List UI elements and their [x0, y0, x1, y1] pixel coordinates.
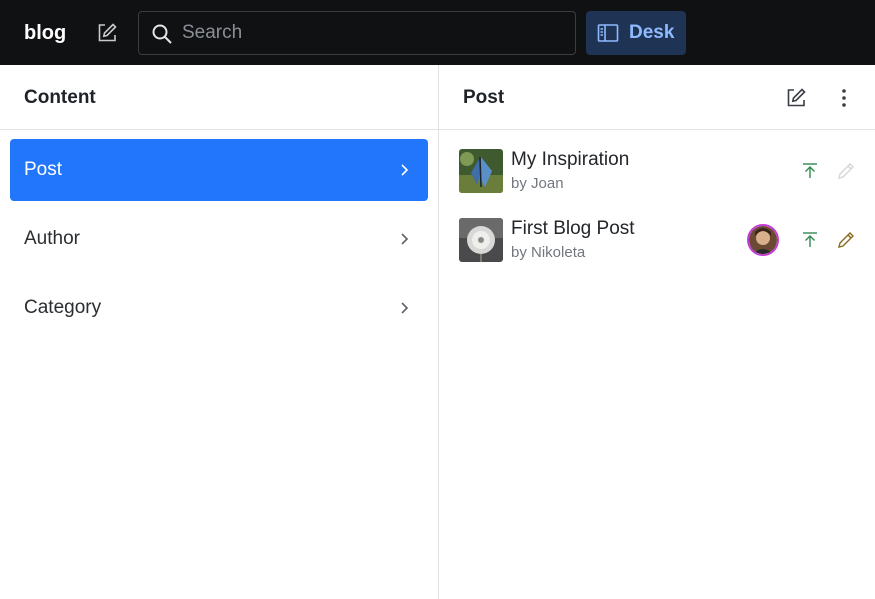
search-input[interactable] — [182, 12, 562, 54]
new-document-button[interactable] — [93, 19, 121, 47]
search-icon — [152, 24, 172, 44]
post-thumbnail — [459, 149, 503, 193]
post-pane: Post My Inspiration by Joan First Blog P… — [439, 65, 875, 599]
edit-pencil-icon — [838, 232, 854, 248]
more-vertical-icon — [842, 89, 846, 107]
create-post-button[interactable] — [782, 84, 810, 112]
post-pane-title: Post — [463, 87, 505, 108]
content-pane: Content Post Author Category — [0, 65, 439, 599]
publish-status-button[interactable] — [799, 229, 821, 251]
publish-icon — [803, 232, 817, 247]
post-thumbnail — [459, 218, 503, 262]
post-subtitle: by Nikoleta — [511, 244, 586, 261]
brand-title[interactable]: blog — [24, 22, 66, 45]
post-title: My Inspiration — [511, 149, 630, 170]
content-item-author[interactable]: Author — [10, 208, 428, 270]
content-item-label: Category — [24, 297, 102, 318]
publish-status-button[interactable] — [799, 160, 821, 182]
content-pane-header: Content — [0, 65, 438, 130]
chevron-right-icon — [401, 233, 409, 245]
content-item-category[interactable]: Category — [10, 277, 428, 339]
more-menu-button[interactable] — [830, 84, 858, 112]
content-item-post[interactable]: Post — [10, 139, 428, 201]
desk-icon — [597, 24, 619, 42]
publish-icon — [803, 163, 817, 178]
post-pane-header: Post — [439, 65, 875, 130]
desk-tool-button[interactable]: Desk — [586, 11, 686, 55]
compose-icon — [98, 23, 117, 42]
post-list-item[interactable]: First Blog Post by Nikoleta — [447, 210, 867, 270]
compose-icon — [787, 88, 806, 107]
post-list-item[interactable]: My Inspiration by Joan — [447, 141, 867, 201]
content-pane-title: Content — [24, 87, 96, 108]
content-item-label: Post — [24, 159, 63, 180]
chevron-right-icon — [401, 164, 409, 176]
post-title: First Blog Post — [511, 218, 635, 239]
user-avatar[interactable] — [747, 224, 779, 256]
edit-status-button[interactable] — [835, 229, 857, 251]
edit-pencil-icon — [838, 163, 854, 179]
post-subtitle: by Joan — [511, 175, 564, 192]
desk-label: Desk — [629, 22, 675, 43]
search-box — [138, 11, 576, 55]
top-navbar: blog Desk — [0, 0, 875, 65]
content-item-label: Author — [24, 228, 80, 249]
chevron-right-icon — [401, 302, 409, 314]
edit-status-button[interactable] — [835, 160, 857, 182]
